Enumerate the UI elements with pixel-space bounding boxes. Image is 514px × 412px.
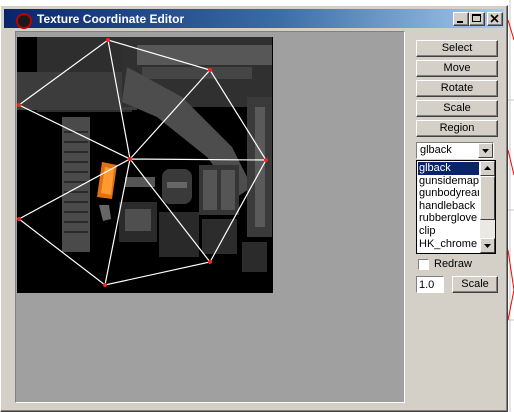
title-bar[interactable]: Texture Coordinate Editor bbox=[4, 9, 504, 29]
uv-editor-area[interactable] bbox=[15, 31, 405, 403]
redraw-label: Redraw bbox=[434, 258, 472, 270]
list-item[interactable]: HK_chrome bbox=[418, 238, 479, 251]
maximize-icon bbox=[472, 14, 481, 22]
list-item[interactable]: clip bbox=[418, 225, 479, 238]
scroll-up-button[interactable] bbox=[480, 161, 495, 176]
dropdown-arrow-icon bbox=[482, 149, 489, 153]
scroll-down-icon bbox=[484, 244, 491, 248]
mesh-group-selected: glback bbox=[420, 144, 452, 156]
texture-canvas[interactable] bbox=[17, 37, 273, 293]
app-icon bbox=[16, 13, 32, 29]
close-button[interactable] bbox=[487, 12, 503, 26]
list-item[interactable]: handleback bbox=[418, 200, 479, 213]
mesh-group-dropdown[interactable]: glback bbox=[416, 142, 494, 159]
move-button[interactable]: Move bbox=[416, 60, 498, 77]
close-icon bbox=[490, 14, 499, 23]
minimize-button[interactable] bbox=[453, 12, 469, 26]
maximize-button[interactable] bbox=[469, 12, 485, 26]
mesh-group-list[interactable]: glback gunsidemap gunbodyrear handleback… bbox=[416, 160, 496, 254]
select-button[interactable]: Select bbox=[416, 40, 498, 57]
scroll-up-icon bbox=[484, 166, 491, 170]
list-item[interactable]: glback bbox=[418, 162, 479, 175]
scale-apply-button[interactable]: Scale bbox=[452, 276, 498, 293]
redraw-checkbox[interactable] bbox=[418, 259, 429, 270]
window-title: Texture Coordinate Editor bbox=[37, 12, 185, 26]
scroll-thumb[interactable] bbox=[480, 176, 495, 220]
list-item[interactable]: gunbodyrear bbox=[418, 187, 479, 200]
gun-texture bbox=[17, 37, 272, 272]
minimize-icon bbox=[457, 21, 463, 23]
scroll-down-button[interactable] bbox=[480, 238, 495, 253]
list-item[interactable]: rubberglove bbox=[418, 212, 479, 225]
dropdown-button[interactable] bbox=[478, 143, 493, 158]
list-scrollbar[interactable] bbox=[480, 161, 495, 253]
scale-tool-button[interactable]: Scale bbox=[416, 100, 498, 117]
list-item[interactable]: gunsidemap bbox=[418, 175, 479, 188]
region-button[interactable]: Region bbox=[416, 120, 498, 137]
rotate-button[interactable]: Rotate bbox=[416, 80, 498, 97]
scale-value-input[interactable] bbox=[416, 276, 444, 293]
